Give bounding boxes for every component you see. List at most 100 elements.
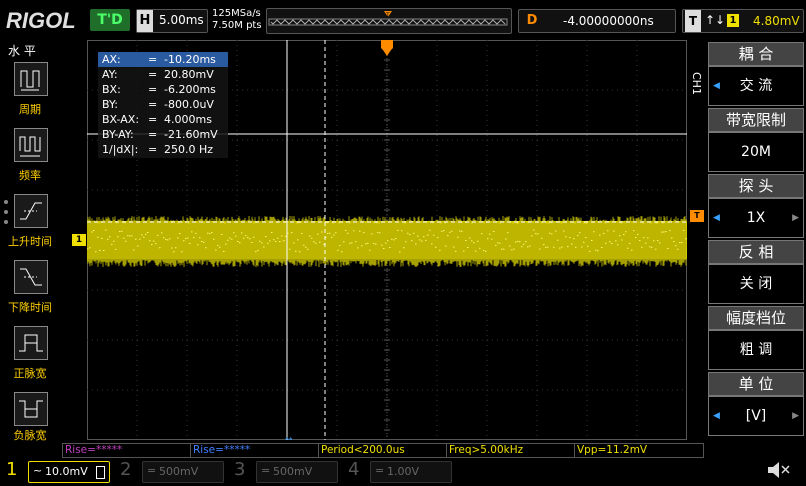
channel-scale-box: = 1.00V bbox=[370, 461, 452, 483]
menu-softkey-value-4[interactable]: 粗 调 bbox=[708, 330, 804, 370]
measure-menu-title: 水 平 bbox=[8, 44, 36, 58]
trigger-position-marker bbox=[381, 40, 393, 56]
readout-label: AX: bbox=[102, 53, 121, 66]
measurement-item[interactable]: Vpp=11.2mV bbox=[574, 443, 704, 458]
bandwidth-limit-icon bbox=[96, 466, 105, 479]
readout-label: BX-AX: bbox=[102, 113, 140, 126]
menu-softkey-value-0[interactable]: ◀ 交 流 bbox=[708, 66, 804, 106]
trigger-display[interactable]: T ↑↓ 1 4.80mV bbox=[682, 9, 804, 33]
trigger-key: T bbox=[685, 10, 701, 32]
negative-width-icon bbox=[19, 400, 43, 418]
channel-number: 4 bbox=[348, 459, 360, 480]
menu-left-arrow-icon: ◀ bbox=[713, 411, 720, 421]
menu-softkey-5[interactable]: 单 位 bbox=[708, 372, 804, 396]
measurement-item[interactable]: Period<200.0us bbox=[318, 443, 448, 458]
channel-scale: 1.00V bbox=[387, 465, 420, 478]
measure-negative-width-button[interactable] bbox=[14, 392, 48, 426]
menu-softkey-4[interactable]: 幅度档位 bbox=[708, 306, 804, 330]
measure-fall-time-label: 下降时间 bbox=[8, 301, 52, 314]
acquisition-info: 125MSa/s 7.50M pts bbox=[212, 8, 262, 32]
menu-softkey-value-3[interactable]: 关 闭 bbox=[708, 264, 804, 304]
menu-value-text: 1X bbox=[746, 210, 766, 226]
measure-frequency-label: 频率 bbox=[19, 169, 41, 182]
delay-key: D bbox=[526, 13, 538, 28]
channel-scale-box: ~10.0mV bbox=[28, 461, 110, 483]
menu-value-text: [V] bbox=[745, 408, 767, 424]
cursor-readout-panel: AX: = -10.20ms AY: = 20.80mV BX: = -6.200ms BY: = -… bbox=[98, 52, 228, 158]
menu-softkey-1[interactable]: 带宽限制 bbox=[708, 108, 804, 132]
horizontal-key: H bbox=[137, 10, 153, 32]
measure-period-label: 周期 bbox=[19, 103, 41, 116]
period-icon bbox=[20, 70, 40, 91]
readout-value: -10.20ms bbox=[164, 53, 216, 66]
menu-softkey-value-5[interactable]: ◀ [V] ▶ bbox=[708, 396, 804, 436]
readout-label: BX: bbox=[102, 83, 121, 96]
menu-softkey-3[interactable]: 反 相 bbox=[708, 240, 804, 264]
trigger-status: T'D bbox=[90, 9, 130, 31]
coupling-icon: ~ bbox=[33, 464, 43, 477]
measure-rise-time-label: 上升时间 bbox=[8, 235, 52, 248]
frequency-icon bbox=[19, 136, 41, 157]
delay-value: -4.00000000ns bbox=[563, 14, 654, 28]
trigger-level-marker[interactable]: T bbox=[690, 210, 704, 222]
menu-value-text: 交 流 bbox=[739, 78, 773, 94]
measure-period-button[interactable] bbox=[14, 62, 48, 96]
ch1-waveform bbox=[87, 216, 687, 267]
readout-equals: = bbox=[148, 128, 158, 141]
measure-negative-width-label: 负脉宽 bbox=[13, 429, 47, 442]
positive-width-icon bbox=[19, 334, 43, 352]
coupling-icon: = bbox=[261, 464, 271, 477]
menu-softkey-0[interactable]: 耦 合 bbox=[708, 42, 804, 66]
measure-positive-width-label: 正脉宽 bbox=[13, 367, 47, 380]
measurement-item[interactable]: Rise=***** bbox=[62, 443, 192, 458]
measure-frequency-button[interactable] bbox=[14, 128, 48, 162]
waveform-overview-icon: T bbox=[268, 11, 508, 26]
channel-2-status[interactable]: 2 = 500mV bbox=[116, 458, 226, 484]
menu-value-text: 20M bbox=[741, 144, 771, 160]
readout-equals: = bbox=[148, 113, 158, 126]
speaker-muted-icon[interactable] bbox=[764, 459, 792, 481]
cursor-link-icon: ↔ bbox=[285, 435, 293, 440]
brand-logo: RIGOL bbox=[6, 8, 76, 33]
cursor-readout-row: BY-AY: = -21.60mV bbox=[98, 127, 228, 142]
right-menu-channel-label: CH1 bbox=[690, 72, 703, 95]
menu-softkey-2[interactable]: 探 头 bbox=[708, 174, 804, 198]
measurement-item[interactable]: Freq>5.00kHz bbox=[446, 443, 576, 458]
menu-right-arrow-icon: ▶ bbox=[792, 213, 799, 223]
measurement-item[interactable]: Rise=***** bbox=[190, 443, 320, 458]
channel-3-status[interactable]: 3 = 500mV bbox=[230, 458, 340, 484]
timebase-value: 5.00ms bbox=[159, 13, 204, 27]
channel-scale-box: = 500mV bbox=[256, 461, 338, 483]
menu-page-dot bbox=[4, 200, 8, 204]
menu-softkey-value-2[interactable]: ◀ 1X ▶ bbox=[708, 198, 804, 238]
svg-text:T: T bbox=[385, 12, 390, 19]
channel-4-status[interactable]: 4 = 1.00V bbox=[344, 458, 454, 484]
channel-number: 2 bbox=[120, 459, 132, 480]
readout-equals: = bbox=[148, 83, 158, 96]
readout-value: 4.000ms bbox=[164, 113, 212, 126]
ch1-offset-marker[interactable]: 1 bbox=[72, 234, 86, 246]
readout-equals: = bbox=[148, 53, 158, 66]
coupling-icon: = bbox=[147, 464, 157, 477]
trigger-source: 1 bbox=[727, 14, 739, 27]
readout-value: -800.0uV bbox=[164, 98, 214, 111]
readout-value: -21.60mV bbox=[164, 128, 218, 141]
menu-left-arrow-icon: ◀ bbox=[713, 213, 720, 223]
horizontal-timebase[interactable]: H 5.00ms bbox=[136, 9, 208, 33]
channel-1-status[interactable]: 1 ~10.0mV bbox=[2, 458, 112, 484]
readout-label: BY-AY: bbox=[102, 128, 134, 141]
channel-number: 3 bbox=[234, 459, 246, 480]
delay-display[interactable]: D -4.00000000ns bbox=[518, 9, 676, 33]
menu-left-arrow-icon: ◀ bbox=[713, 81, 720, 91]
measure-fall-time-button[interactable] bbox=[14, 260, 48, 294]
measure-positive-width-button[interactable] bbox=[14, 326, 48, 360]
coupling-icon: = bbox=[375, 464, 385, 477]
measure-rise-time-button[interactable] bbox=[14, 194, 48, 228]
readout-label: 1/|dX|: bbox=[102, 143, 139, 156]
cursor-readout-row: BY: = -800.0uV bbox=[98, 97, 228, 112]
cursor-readout-rows: AX: = -10.20ms AY: = 20.80mV BX: = -6.200ms BY: = -… bbox=[98, 52, 228, 157]
trigger-level: 4.80mV bbox=[753, 14, 800, 28]
readout-equals: = bbox=[148, 143, 158, 156]
trigger-slope-icon: ↑↓ bbox=[705, 13, 726, 27]
menu-softkey-value-1[interactable]: 20M bbox=[708, 132, 804, 172]
